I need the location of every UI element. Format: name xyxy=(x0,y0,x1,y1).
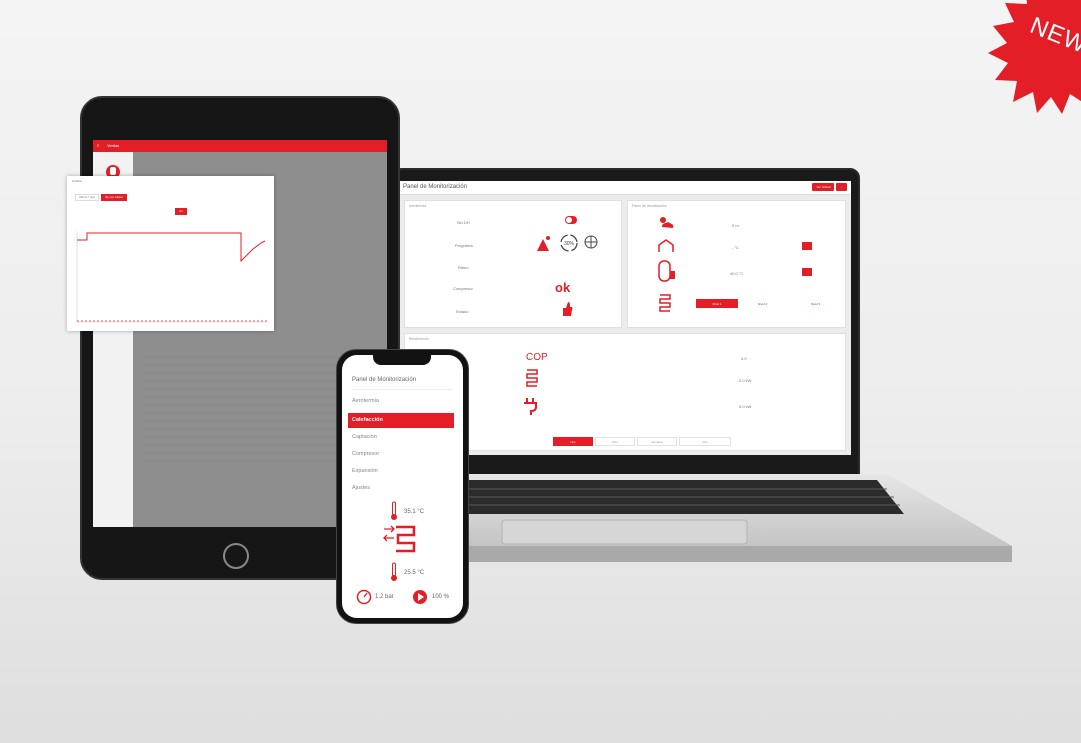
phone-screen: Panel de Monitorización Aerotermia Calef… xyxy=(342,355,463,618)
phone-title: Panel de Monitorización xyxy=(352,377,417,383)
temp-bottom: 25.5 °C xyxy=(404,570,425,576)
tank-icon xyxy=(658,260,675,282)
product-showcase: NEW Panel de Monitorización Ver Global .… xyxy=(0,0,1081,743)
fan-icon xyxy=(584,235,598,249)
menu-item-ajustes[interactable]: Ajustes xyxy=(352,485,370,491)
view-global-button[interactable]: Ver Global xyxy=(812,183,835,191)
house-icon xyxy=(658,239,674,252)
divider xyxy=(352,389,452,390)
pump-icon xyxy=(413,590,427,604)
coil-icon xyxy=(659,294,671,312)
modal-title: Gráfica xyxy=(72,179,82,183)
svg-text:30%: 30% xyxy=(564,241,575,247)
home-button[interactable] xyxy=(223,543,249,569)
status-ok: ok xyxy=(555,280,571,295)
value-3: 40.0 °C xyxy=(730,271,744,276)
tablet-topbar: ≡ Veritas xyxy=(93,140,387,152)
rendimiento-panel: Rendimiento COP 0.0 0.0 kW 0.0 kW Hoy Me… xyxy=(404,333,846,451)
last-7-days-button[interactable]: Ultimos 7 días xyxy=(75,194,99,201)
cycle-icon: 30% xyxy=(560,234,578,252)
menu-item-compresor[interactable]: Compresor xyxy=(352,451,379,457)
menu-icon[interactable]: ≡ xyxy=(97,143,99,148)
climatizacion-panel: Panel de climatización 0 m - °C 40.0 °C … xyxy=(627,200,846,328)
label-programa: Programa xyxy=(455,243,473,248)
kw-value-1: 0.0 kW xyxy=(739,378,752,383)
toggle-button[interactable] xyxy=(802,242,812,250)
label-compresor: Compresor xyxy=(453,286,473,291)
label-ritmo: Ritmo xyxy=(458,265,469,270)
kw-value-2: 0.0 kW xyxy=(739,404,752,409)
phone-notch xyxy=(373,355,431,365)
cop-label: COP xyxy=(526,352,548,363)
thermometer-icon xyxy=(391,562,397,581)
cop-value: 0.0 xyxy=(741,356,747,361)
pressure-value: 1.2 bar xyxy=(375,594,394,600)
toggle-icon[interactable] xyxy=(565,215,577,225)
laptop-title: Panel de Monitorización xyxy=(403,184,468,190)
new-badge: NEW xyxy=(985,0,1081,120)
today-values-button[interactable]: Hoy con valores xyxy=(101,194,127,201)
plug-icon xyxy=(524,398,537,415)
gauge-icon xyxy=(356,589,372,605)
tab-hoy[interactable]: Hoy xyxy=(553,437,593,446)
value-2: - °C xyxy=(732,245,739,250)
coil-icon xyxy=(526,369,538,387)
label-sin-dh: Sin DH xyxy=(457,220,470,225)
laptop-header: Panel de Monitorización Ver Global ... xyxy=(399,181,851,195)
modal-line-chart xyxy=(76,231,267,323)
temp-top: 35.1 °C xyxy=(404,509,425,515)
toggle-button[interactable] xyxy=(802,268,812,276)
chart-modal: Gráfica Ultimos 7 días Hoy con valores V… xyxy=(67,176,274,331)
thermometer-icon xyxy=(391,501,397,520)
pump-value: 100 % xyxy=(432,594,450,600)
level-3-button[interactable]: Nivel 3 xyxy=(811,302,820,306)
value-1: 0 m xyxy=(732,223,739,228)
weather-icon xyxy=(660,217,674,228)
thumbs-up-icon xyxy=(563,302,573,316)
menu-item-expansion[interactable]: Expansión xyxy=(352,468,378,474)
menu-item-calefaccion[interactable]: Calefacción xyxy=(348,413,454,428)
level-1-button[interactable]: Nivel 1 xyxy=(696,299,738,308)
more-button[interactable]: ... xyxy=(836,183,847,191)
heater-icon xyxy=(537,236,550,251)
level-2-button[interactable]: Nivel 2 xyxy=(758,302,767,306)
submit-button[interactable]: Ver xyxy=(175,208,187,215)
panel-title: Aerotermia xyxy=(409,204,427,208)
tablet-topbar-title: Veritas xyxy=(107,143,120,148)
menu-item-aerotermia[interactable]: Aerotermia xyxy=(352,398,379,404)
tab-semana[interactable]: Semana xyxy=(637,437,677,446)
panel-title: Rendimiento xyxy=(409,337,429,341)
menu-item-captacion[interactable]: Captación xyxy=(352,434,377,440)
tab-ano[interactable]: Año xyxy=(679,437,731,446)
label-estado: Estado xyxy=(456,309,469,314)
aerotermia-panel: Aerotermia Sin DH Programa Ritmo Compres… xyxy=(404,200,622,328)
panel-title: Panel de climatización xyxy=(632,204,667,208)
tab-mes[interactable]: Mes xyxy=(595,437,635,446)
coil-icon xyxy=(383,525,416,553)
